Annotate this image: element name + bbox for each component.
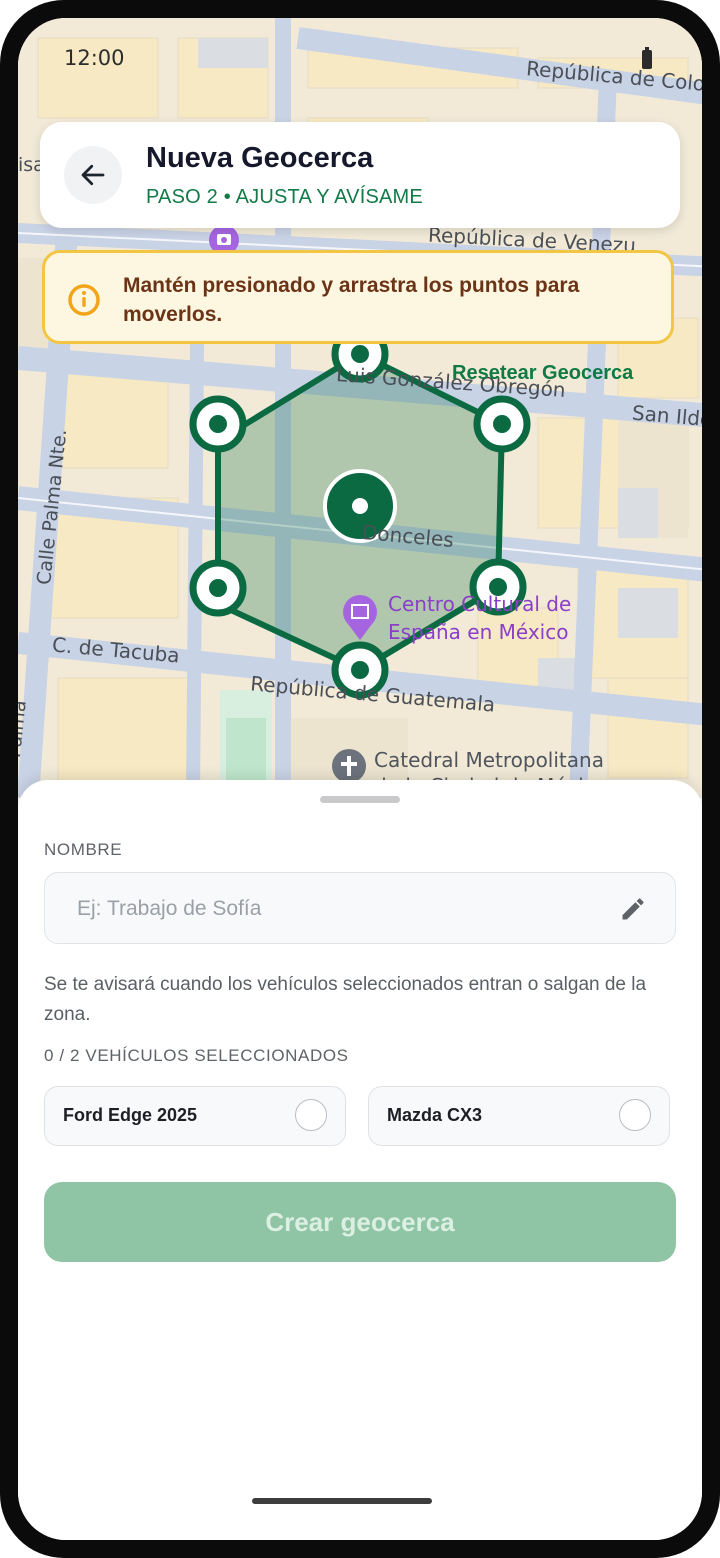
vehicle-option[interactable]: Mazda CX3: [368, 1086, 670, 1146]
back-button[interactable]: [64, 146, 122, 204]
name-field-container: [44, 872, 676, 945]
vehicle-label: Mazda CX3: [387, 1105, 483, 1125]
info-icon: [68, 284, 100, 316]
home-indicator[interactable]: [252, 1498, 432, 1504]
create-geofence-button[interactable]: Crear geocerca: [44, 1182, 676, 1262]
name-label: NOMBRE: [44, 840, 123, 859]
alert-description: Se te avisará cuando los vehículos selec…: [44, 974, 647, 1025]
hint-text: Mantén presionado y arrastra los puntos …: [123, 274, 580, 326]
reset-geofence-link[interactable]: Resetear Geocerca: [452, 362, 633, 385]
name-input[interactable]: [75, 873, 599, 945]
poi-label: Catedral Metropolitana: [374, 748, 604, 772]
poi-label: España en México: [388, 620, 569, 644]
bottom-sheet: NOMBRE Se te avisará cuando los vehículo…: [18, 780, 702, 1540]
sheet-grabber[interactable]: [320, 796, 400, 803]
vehicle-radio[interactable]: [295, 1099, 327, 1131]
header-card: Nueva Geocerca PASO 2 • AJUSTA Y AVÍSAME: [40, 122, 680, 228]
selected-count: 0 / 2 VEHÍCULOS SELECCIONADOS: [44, 1046, 349, 1065]
vehicle-option[interactable]: Ford Edge 2025: [44, 1086, 346, 1146]
step-subtitle: PASO 2 • AJUSTA Y AVÍSAME: [146, 186, 423, 208]
hint-banner: Mantén presionado y arrastra los puntos …: [42, 250, 674, 344]
page-title: Nueva Geocerca: [146, 142, 374, 174]
vehicle-label: Ford Edge 2025: [63, 1105, 198, 1125]
battery-icon: [642, 47, 652, 69]
poi-label: Centro Cultural de: [388, 592, 572, 616]
vehicle-radio[interactable]: [619, 1099, 651, 1131]
screen: República de Colo República de Venezu Lu…: [18, 18, 702, 1540]
status-time: 12:00: [64, 46, 125, 70]
pencil-icon[interactable]: [619, 895, 647, 923]
arrow-left-icon: [81, 164, 105, 186]
